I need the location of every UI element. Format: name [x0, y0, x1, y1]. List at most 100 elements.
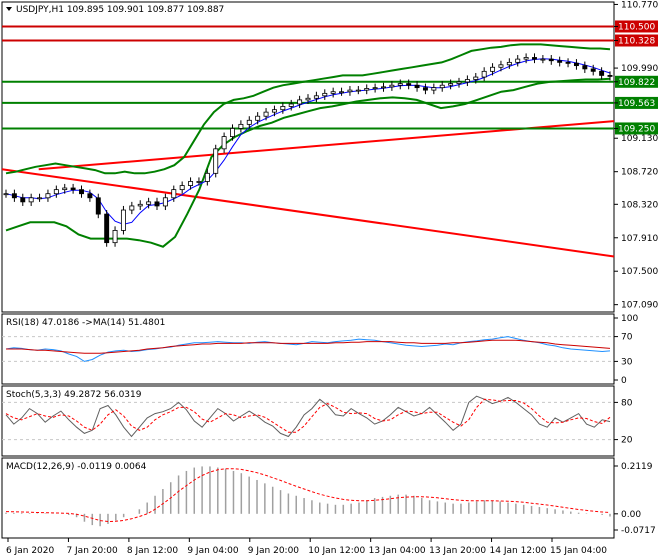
candle-body	[330, 91, 336, 94]
rsi-header: RSI(18) 47.0186 ->MA(14) 51.4801	[6, 318, 165, 328]
candle-body	[448, 83, 454, 86]
candle-body	[20, 197, 26, 203]
candle-body	[523, 57, 529, 60]
candle-body	[213, 148, 219, 174]
chart-background	[0, 0, 660, 560]
candle-body	[397, 83, 403, 86]
candle-body	[532, 57, 537, 60]
price-tick-label: 109.130	[621, 134, 658, 144]
price-tick-label: 107.910	[621, 234, 658, 244]
candle-body	[288, 103, 294, 107]
candle-body	[188, 181, 194, 186]
candle-body	[95, 197, 101, 215]
price-tick-label: 108.720	[621, 168, 658, 178]
candle-body	[280, 106, 286, 111]
macd-header: MACD(12,26,9) -0.0119 0.0064	[6, 462, 147, 472]
candle-body	[439, 84, 445, 89]
tick-label: 20	[621, 436, 633, 446]
candle-body	[322, 92, 328, 97]
candle-body	[490, 66, 496, 72]
candle-body	[179, 185, 185, 191]
candle-body	[87, 193, 93, 199]
price-tick-label: 108.320	[621, 200, 658, 210]
resistance-level-label: 110.500	[618, 22, 655, 32]
time-tick-label: 9 Jan 20:00	[248, 546, 300, 556]
candle-body	[540, 58, 546, 61]
candle-body	[498, 64, 504, 68]
candle-body	[154, 201, 160, 207]
time-tick-label: 13 Jan 20:00	[429, 546, 486, 556]
candle-body	[79, 189, 84, 195]
candle-body	[573, 62, 579, 67]
candle-body	[246, 119, 252, 125]
candle-body	[162, 197, 168, 207]
tick-label: 70	[621, 333, 633, 343]
chart-canvas: 110.500 110.328 109.822 109.563 109.250 110.…	[0, 0, 660, 560]
candle-body	[11, 193, 17, 199]
candle-body	[70, 187, 76, 191]
candle-body	[263, 111, 269, 117]
support-level-label: 109.822	[618, 78, 655, 88]
time-tick-label: 10 Jan 12:00	[308, 546, 365, 556]
candle-body	[548, 58, 554, 62]
tick-label: 0.2119	[621, 462, 653, 472]
support-level-label: 109.563	[618, 99, 655, 109]
candle-body	[171, 189, 177, 199]
candle-body	[137, 203, 143, 207]
candle-body	[607, 75, 613, 77]
candle-body	[271, 109, 277, 113]
candle-body	[422, 87, 428, 91]
candle-body	[45, 193, 51, 199]
candle-body	[473, 76, 479, 80]
candle-body	[230, 128, 235, 138]
candle-body	[364, 88, 370, 91]
time-tick-label: 13 Jan 04:00	[369, 546, 426, 556]
tick-label: 0.00	[621, 510, 641, 520]
price-tick-label: 107.090	[621, 301, 658, 311]
candle-body	[28, 197, 34, 203]
candle-body	[3, 193, 9, 196]
candle-body	[62, 187, 68, 191]
candle-body	[120, 209, 126, 231]
time-tick-label: 9 Jan 04:00	[187, 546, 239, 556]
candle-body	[582, 65, 588, 70]
candle-body	[565, 61, 571, 64]
candle-body	[414, 84, 420, 89]
tick-label: -0.0717	[621, 526, 656, 536]
price-tick-label: 110.770	[621, 0, 658, 10]
candle-body	[481, 70, 487, 78]
candle-body	[104, 213, 110, 244]
candle-body	[37, 197, 43, 200]
price-tick-label: 107.500	[621, 267, 658, 277]
tick-label: 80	[621, 398, 633, 408]
candle-body	[355, 89, 361, 92]
candle-body	[53, 189, 59, 195]
candle-body	[389, 84, 395, 88]
candle-body	[456, 81, 462, 84]
candle-body	[406, 83, 412, 86]
candle-body	[146, 201, 152, 205]
tick-label: 0	[621, 376, 627, 386]
candle-body	[557, 60, 563, 63]
candle-body	[297, 99, 303, 105]
time-tick-label: 7 Jan 20:00	[66, 546, 118, 556]
stoch-header: Stoch(5,3,3) 49.2872 56.0319	[6, 390, 142, 400]
tick-label: 100	[621, 314, 638, 324]
resistance-level-label: 110.328	[618, 37, 655, 47]
price-tick-label: 109.990	[621, 64, 658, 74]
candle-body	[238, 123, 244, 129]
candle-body	[255, 115, 261, 121]
candle-body	[372, 87, 378, 90]
time-tick-label: 8 Jan 12:00	[127, 546, 179, 556]
time-tick-label: 6 Jan 2020	[6, 546, 54, 556]
price-header: USDJPY,H1 109.895 109.901 109.877 109.88…	[16, 5, 224, 15]
tick-label: 30	[621, 357, 633, 367]
candle-body	[112, 230, 118, 244]
candle-body	[305, 97, 311, 101]
time-tick-label: 14 Jan 12:00	[490, 546, 547, 556]
candle-body	[129, 205, 135, 211]
time-tick-label: 15 Jan 04:00	[550, 546, 607, 556]
candle-body	[381, 86, 386, 89]
support-level-label: 109.250	[618, 124, 655, 134]
candle-body	[590, 68, 596, 72]
